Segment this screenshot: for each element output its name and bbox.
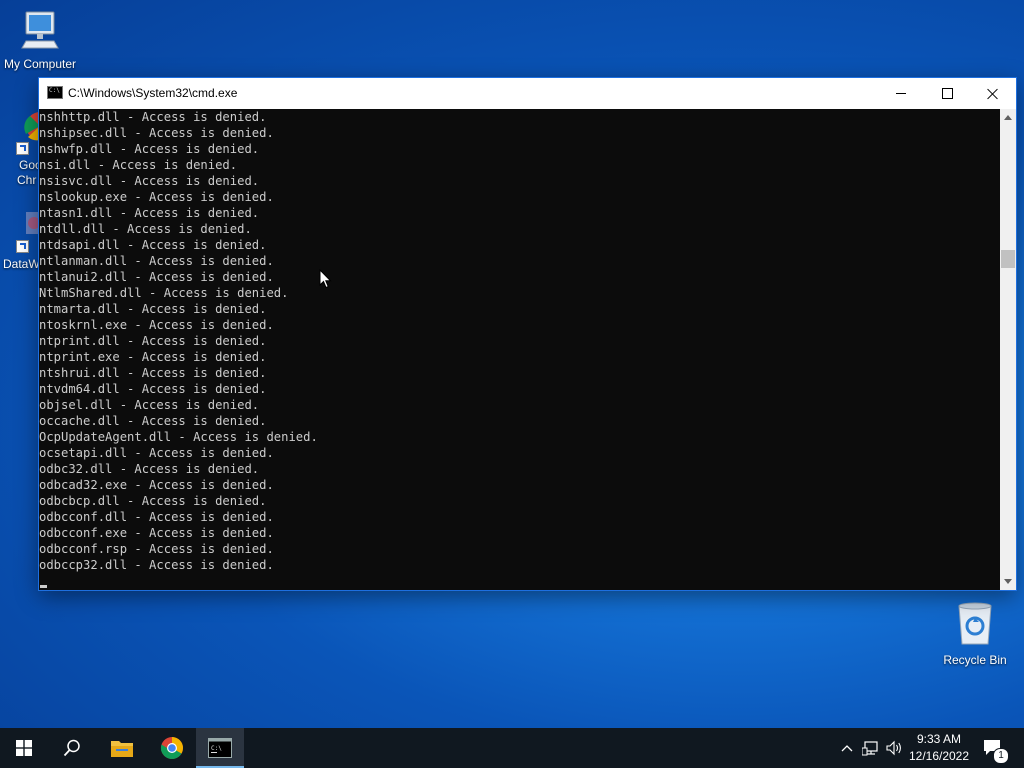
cmd-icon bbox=[47, 86, 63, 99]
console-line: odbcconf.rsp - Access is denied. bbox=[39, 542, 274, 556]
recycle-bin-label: Recycle Bin bbox=[943, 653, 1007, 667]
shortcut-arrow-icon bbox=[16, 142, 29, 155]
console-line: nshhttp.dll - Access is denied. bbox=[39, 110, 267, 124]
computer-icon bbox=[21, 11, 59, 49]
network-icon bbox=[862, 741, 878, 756]
console-line: odbc32.dll - Access is denied. bbox=[39, 462, 260, 476]
console-line: OcpUpdateAgent.dll - Access is denied. bbox=[39, 430, 318, 444]
console-lines: nshhttp.dll - Access is denied. nshipsec.… bbox=[39, 109, 318, 573]
console-line: objsel.dll - Access is denied. bbox=[39, 398, 260, 412]
folder-icon bbox=[111, 741, 133, 757]
my-computer-label: My Computer bbox=[3, 57, 77, 71]
taskbar-chrome[interactable] bbox=[148, 728, 196, 768]
maximize-button[interactable] bbox=[924, 78, 970, 109]
scroll-down-button[interactable] bbox=[1000, 573, 1016, 590]
title-bar[interactable]: C:\Windows\System32\cmd.exe bbox=[39, 78, 1016, 109]
console-line: ntlanui2.dll - Access is denied. bbox=[39, 270, 274, 284]
console-output[interactable]: nshhttp.dll - Access is denied. nshipsec.… bbox=[39, 109, 1000, 590]
console-line: nslookup.exe - Access is denied. bbox=[39, 190, 274, 204]
console-line: odbcbcp.dll - Access is denied. bbox=[39, 494, 267, 508]
recycle-bin-icon bbox=[958, 602, 992, 645]
dataw-label: DataW bbox=[3, 257, 40, 271]
console-line: odbcad32.exe - Access is denied. bbox=[39, 478, 274, 492]
console-line: NtlmShared.dll - Access is denied. bbox=[39, 286, 289, 300]
chrome-icon bbox=[160, 737, 183, 759]
console-line: nsi.dll - Access is denied. bbox=[39, 158, 238, 172]
start-button[interactable] bbox=[0, 728, 48, 768]
window-title: C:\Windows\System32\cmd.exe bbox=[68, 86, 238, 100]
text-cursor bbox=[40, 585, 47, 588]
vertical-scrollbar[interactable] bbox=[1000, 109, 1016, 590]
clock[interactable]: 9:33 AM 12/16/2022 bbox=[900, 731, 978, 765]
taskbar-cmd[interactable]: C:\ bbox=[196, 728, 244, 768]
notification-count-badge: 1 bbox=[993, 748, 1009, 764]
windows-logo-icon bbox=[16, 740, 32, 756]
search-button[interactable] bbox=[48, 728, 96, 768]
console-line: occache.dll - Access is denied. bbox=[39, 414, 267, 428]
console-line: ntprint.dll - Access is denied. bbox=[39, 334, 267, 348]
console-line: odbcconf.exe - Access is denied. bbox=[39, 526, 274, 540]
console-line: odbcconf.dll - Access is denied. bbox=[39, 510, 274, 524]
show-hidden-icons-button[interactable] bbox=[838, 728, 856, 768]
console-line: ntprint.exe - Access is denied. bbox=[39, 350, 267, 364]
console-line: ntlanman.dll - Access is denied. bbox=[39, 254, 274, 268]
desktop-icon-dataw[interactable]: DataW bbox=[2, 206, 46, 276]
desktop-icon-my-computer[interactable]: My Computer bbox=[0, 8, 80, 71]
console-line: odbccp32.dll - Access is denied. bbox=[39, 558, 274, 572]
shortcut-arrow-icon bbox=[16, 240, 29, 253]
console-line: ntoskrnl.exe - Access is denied. bbox=[39, 318, 274, 332]
scroll-up-button[interactable] bbox=[1000, 109, 1016, 126]
search-icon bbox=[63, 739, 80, 757]
cmd-window[interactable]: C:\Windows\System32\cmd.exe nshhttp.dll … bbox=[39, 78, 1016, 590]
notification-center-button[interactable]: 1 bbox=[980, 728, 1009, 768]
cmd-icon: C:\ bbox=[208, 738, 232, 758]
mouse-pointer-icon bbox=[319, 269, 332, 289]
clock-time: 9:33 AM bbox=[916, 732, 962, 746]
minimize-button[interactable] bbox=[878, 78, 924, 109]
taskbar: C:\ 9:33 AM 12/16/2022 1 bbox=[0, 728, 1024, 768]
chevron-up-icon bbox=[1004, 115, 1012, 120]
console-line: ntshrui.dll - Access is denied. bbox=[39, 366, 267, 380]
minimize-icon bbox=[896, 93, 906, 94]
console-line: nshipsec.dll - Access is denied. bbox=[39, 126, 274, 140]
console-line: ntvdm64.dll - Access is denied. bbox=[39, 382, 267, 396]
console-line: ntasn1.dll - Access is denied. bbox=[39, 206, 260, 220]
clock-date: 12/16/2022 bbox=[908, 749, 970, 763]
console-line: nsisvc.dll - Access is denied. bbox=[39, 174, 260, 188]
chevron-down-icon bbox=[1004, 579, 1012, 584]
console-line: ocsetapi.dll - Access is denied. bbox=[39, 446, 274, 460]
chevron-up-icon bbox=[841, 745, 853, 752]
chrome-label-line2: Chr bbox=[17, 173, 37, 187]
console-line: ntdll.dll - Access is denied. bbox=[39, 222, 252, 236]
svg-text:C:\: C:\ bbox=[211, 745, 222, 752]
desktop-icon-recycle-bin[interactable]: Recycle Bin bbox=[938, 600, 1012, 667]
maximize-icon bbox=[941, 88, 953, 99]
taskbar-file-explorer[interactable] bbox=[98, 728, 146, 768]
scrollbar-thumb[interactable] bbox=[1001, 250, 1015, 268]
console-line: ntdsapi.dll - Access is denied. bbox=[39, 238, 267, 252]
console-line: nshwfp.dll - Access is denied. bbox=[39, 142, 260, 156]
close-icon bbox=[987, 88, 999, 100]
close-button[interactable] bbox=[970, 78, 1016, 109]
network-button[interactable] bbox=[860, 728, 882, 768]
console-line: ntmarta.dll - Access is denied. bbox=[39, 302, 267, 316]
